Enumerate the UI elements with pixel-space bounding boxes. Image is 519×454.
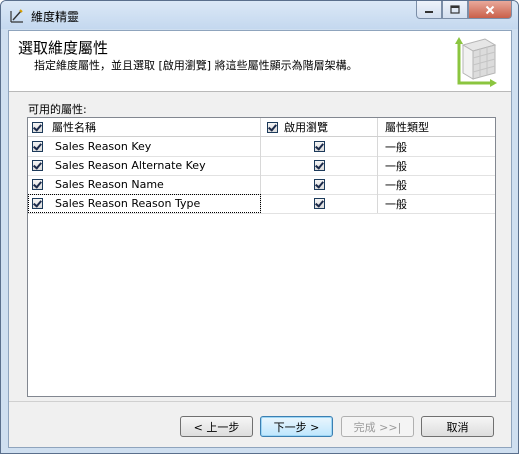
available-attributes-label: 可用的屬性:	[28, 103, 87, 116]
row-browse-cell	[261, 137, 378, 156]
attribute-type: 一般	[385, 140, 407, 154]
attribute-type: 一般	[385, 197, 407, 211]
attributes-grid: 屬性名稱 啟用瀏覽 屬性類型 Sales Reason Key 一般 Sales…	[27, 117, 496, 397]
title-bar[interactable]: 維度精靈	[1, 1, 518, 29]
row-type-cell[interactable]: 一般	[378, 194, 495, 213]
attribute-name: Sales Reason Reason Type	[55, 197, 201, 210]
header-browse-cell: 啟用瀏覽	[261, 118, 378, 136]
finish-button[interactable]: 完成 >>|	[341, 416, 414, 437]
table-row[interactable]: Sales Reason Key 一般	[28, 137, 495, 157]
attribute-select-checkbox[interactable]	[32, 160, 43, 171]
close-icon[interactable]	[468, 1, 512, 19]
next-button[interactable]: 下一步 >	[260, 416, 333, 437]
row-name-cell: Sales Reason Alternate Key	[28, 156, 261, 175]
wizard-window: 維度精靈 選取維度屬性 指定維度屬性，並且選取 [啟用瀏覽] 將這些屬性顯示為階…	[0, 0, 519, 454]
attribute-name: Sales Reason Name	[55, 178, 164, 191]
enable-browse-checkbox[interactable]	[313, 198, 325, 209]
caption-buttons	[416, 1, 512, 21]
attribute-select-checkbox[interactable]	[32, 179, 43, 190]
enable-browse-checkbox[interactable]	[313, 160, 325, 171]
attribute-name: Sales Reason Alternate Key	[55, 159, 206, 172]
window-title: 維度精靈	[31, 10, 80, 24]
row-type-cell[interactable]: 一般	[378, 175, 495, 194]
row-browse-cell	[261, 175, 378, 194]
row-browse-cell	[261, 194, 378, 213]
table-row[interactable]: Sales Reason Alternate Key 一般	[28, 156, 495, 176]
header-type-cell: 屬性類型	[378, 118, 495, 136]
column-header-name: 屬性名稱	[52, 121, 96, 134]
back-button[interactable]: < 上一步	[180, 416, 253, 437]
row-browse-cell	[261, 156, 378, 175]
column-header-browse: 啟用瀏覽	[284, 121, 328, 134]
select-all-checkbox[interactable]	[32, 121, 43, 133]
header-name-cell: 屬性名稱	[28, 118, 261, 136]
table-row[interactable]: Sales Reason Name 一般	[28, 175, 495, 195]
row-type-cell[interactable]: 一般	[378, 156, 495, 175]
enable-browse-checkbox[interactable]	[313, 141, 325, 152]
column-header-type: 屬性類型	[385, 121, 429, 134]
row-type-cell[interactable]: 一般	[378, 137, 495, 156]
browse-all-checkbox[interactable]	[267, 121, 278, 133]
wizard-client-area: 選取維度屬性 指定維度屬性，並且選取 [啟用瀏覽] 將這些屬性顯示為階層架構。 …	[8, 30, 512, 448]
row-name-cell: Sales Reason Reason Type	[28, 194, 261, 213]
attribute-select-checkbox[interactable]	[32, 198, 43, 209]
wizard-button-bar: < 上一步 下一步 > 完成 >>| 取消	[9, 401, 511, 448]
grid-header: 屬性名稱 啟用瀏覽 屬性類型	[28, 118, 495, 137]
dimension-cube-icon	[455, 37, 497, 87]
wizard-header: 選取維度屬性 指定維度屬性，並且選取 [啟用瀏覽] 將這些屬性顯示為階層架構。	[9, 31, 511, 92]
enable-browse-checkbox[interactable]	[313, 179, 325, 190]
attribute-name: Sales Reason Key	[55, 140, 152, 153]
page-subtitle: 指定維度屬性，並且選取 [啟用瀏覽] 將這些屬性顯示為階層架構。	[34, 59, 358, 72]
minimize-icon[interactable]	[416, 1, 442, 19]
row-name-cell: Sales Reason Key	[28, 137, 261, 156]
attribute-type: 一般	[385, 178, 407, 192]
wizard-icon	[10, 9, 23, 23]
row-name-cell: Sales Reason Name	[28, 175, 261, 194]
cancel-button[interactable]: 取消	[421, 416, 494, 437]
attribute-type: 一般	[385, 159, 407, 173]
maximize-icon[interactable]	[442, 1, 468, 19]
attribute-select-checkbox[interactable]	[32, 141, 43, 152]
table-row[interactable]: Sales Reason Reason Type 一般	[28, 194, 495, 214]
page-title: 選取維度屬性	[18, 39, 109, 57]
